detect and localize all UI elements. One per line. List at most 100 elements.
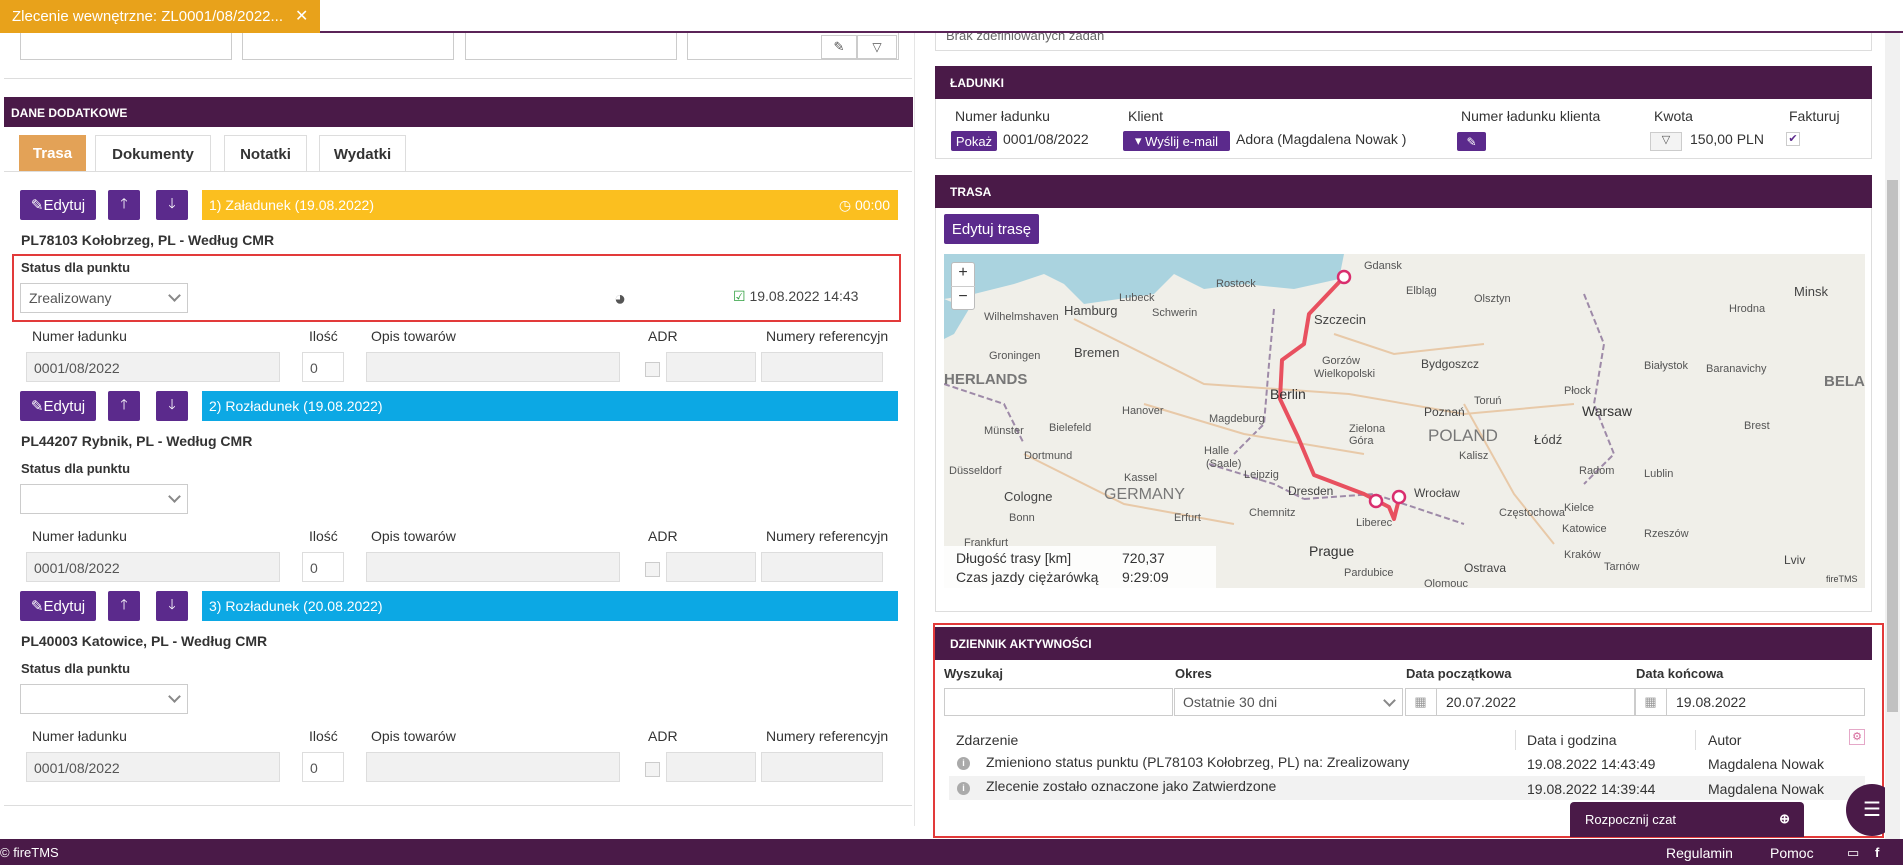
- hdr-load-no: Numer ładunku: [32, 728, 127, 744]
- tab-title: Zlecenie wewnętrzne: ZL0001/08/2022...: [12, 8, 284, 25]
- status-select[interactable]: Zrealizowany: [20, 283, 188, 313]
- scrollbar-thumb[interactable]: [1887, 180, 1898, 712]
- edit-stop-button[interactable]: ✎ Edytuj: [20, 591, 96, 621]
- hdr-load-no: Numer ładunku: [32, 328, 127, 344]
- ref-field[interactable]: [761, 752, 883, 782]
- move-up-icon[interactable]: 🡑: [108, 591, 140, 621]
- info-icon: i: [957, 757, 970, 770]
- svg-text:Bielefeld: Bielefeld: [1049, 422, 1091, 434]
- edit-icon[interactable]: ✎: [1457, 132, 1486, 151]
- hdr-adr: ADR: [648, 728, 678, 744]
- move-down-icon[interactable]: 🡓: [156, 591, 188, 621]
- speedometer-icon[interactable]: ◕: [614, 288, 626, 311]
- zoom-in-button[interactable]: +: [951, 262, 975, 286]
- top-field-3[interactable]: [465, 33, 677, 60]
- svg-text:POLAND: POLAND: [1428, 426, 1498, 445]
- tab-dokumenty[interactable]: Dokumenty: [95, 135, 211, 172]
- zoom-out-button[interactable]: −: [951, 286, 975, 310]
- status-select[interactable]: [20, 684, 188, 714]
- adr-field[interactable]: [666, 352, 756, 382]
- period-select[interactable]: Ostatnie 30 dni: [1174, 688, 1403, 716]
- filter-start-label: Data początkowa: [1406, 666, 1512, 681]
- svg-text:Pardubice: Pardubice: [1344, 567, 1394, 579]
- svg-text:(Saale): (Saale): [1206, 458, 1241, 470]
- event-text: Zmieniono status punktu (PL78103 Kołobrz…: [986, 754, 1410, 770]
- svg-text:Münster: Münster: [984, 425, 1024, 437]
- start-date-field[interactable]: [1405, 688, 1635, 716]
- svg-text:Leipzig: Leipzig: [1244, 469, 1279, 481]
- ref-field[interactable]: [761, 552, 883, 582]
- calendar-icon[interactable]: ▦: [1635, 688, 1667, 716]
- ref-field[interactable]: [761, 352, 883, 382]
- svg-text:Kielce: Kielce: [1564, 502, 1594, 514]
- edit-stop-button[interactable]: ✎ Edytuj: [20, 190, 96, 220]
- map-canvas: GdanskElblągOlsztyn MinskRostock LubeckH…: [944, 254, 1865, 588]
- qty-field[interactable]: 0: [302, 352, 344, 382]
- filter-icon[interactable]: ▽: [857, 35, 897, 59]
- qty-field[interactable]: 0: [302, 552, 344, 582]
- qty-field[interactable]: 0: [302, 752, 344, 782]
- hdr-adr: ADR: [648, 328, 678, 344]
- svg-text:Góra: Góra: [1349, 435, 1374, 447]
- settings-icon[interactable]: ⚙: [1849, 729, 1865, 745]
- tab-notatki[interactable]: Notatki: [224, 135, 307, 172]
- status-select[interactable]: [20, 484, 188, 514]
- adr-field[interactable]: [666, 752, 756, 782]
- hdr-client: Klient: [1128, 108, 1164, 124]
- section-header-trasa: TRASA: [935, 175, 1872, 208]
- chat-start-button[interactable]: Rozpocznij czat ⊕: [1570, 802, 1804, 837]
- move-down-icon[interactable]: 🡓: [156, 391, 188, 421]
- load-no-field[interactable]: 0001/08/2022: [26, 352, 280, 382]
- adr-checkbox[interactable]: [645, 362, 660, 377]
- adr-checkbox[interactable]: [645, 762, 660, 777]
- desc-field[interactable]: [366, 752, 620, 782]
- end-date-field[interactable]: [1635, 688, 1865, 716]
- top-field-2[interactable]: [242, 33, 454, 60]
- desc-field[interactable]: [366, 552, 620, 582]
- svg-text:Erfurt: Erfurt: [1174, 512, 1201, 524]
- adr-checkbox[interactable]: [645, 562, 660, 577]
- svg-text:Gorzów: Gorzów: [1322, 355, 1360, 367]
- event-author: Magdalena Nowak: [1708, 756, 1824, 772]
- edit-icon[interactable]: ✎: [821, 35, 857, 59]
- stop-address: PL44207 Rybnik, PL - Według CMR: [21, 433, 253, 449]
- svg-text:Prague: Prague: [1309, 543, 1354, 559]
- svg-text:HERLANDS: HERLANDS: [944, 371, 1027, 388]
- desc-field[interactable]: [366, 352, 620, 382]
- route-map[interactable]: Gdansk Elbląg Olsztyn Minsk Rostock Lubeck H…: [944, 254, 1865, 588]
- svg-text:Płock: Płock: [1564, 385, 1591, 397]
- order-tab[interactable]: Zlecenie wewnętrzne: ZL0001/08/2022... ✕: [0, 0, 321, 33]
- invoice-checkbox[interactable]: ✔: [1786, 132, 1800, 146]
- facebook-icon[interactable]: f: [1875, 845, 1879, 860]
- load-no-field[interactable]: 0001/08/2022: [26, 752, 280, 782]
- footer-link-pomoc[interactable]: Pomoc: [1770, 845, 1814, 861]
- svg-text:Kraków: Kraków: [1564, 549, 1601, 561]
- tab-trasa[interactable]: Trasa: [19, 135, 86, 172]
- search-input[interactable]: [944, 688, 1173, 716]
- move-up-icon[interactable]: 🡑: [108, 391, 140, 421]
- show-button[interactable]: Pokaż: [951, 131, 997, 151]
- edit-stop-button[interactable]: ✎ Edytuj: [20, 391, 96, 421]
- svg-text:Wrocław: Wrocław: [1414, 486, 1460, 500]
- edit-route-button[interactable]: Edytuj trasę: [944, 214, 1039, 244]
- move-down-icon[interactable]: 🡓: [156, 190, 188, 220]
- footer-link-regulamin[interactable]: Regulamin: [1666, 845, 1733, 861]
- info-icon: i: [957, 782, 970, 795]
- send-email-button[interactable]: ▾ Wyślij e-mail: [1123, 131, 1230, 151]
- start-date-value: 20.07.2022: [1446, 694, 1517, 710]
- filter-icon[interactable]: ▽: [1650, 132, 1682, 151]
- move-up-icon[interactable]: 🡑: [108, 190, 140, 220]
- hdr-load-no: Numer ładunku: [955, 108, 1050, 124]
- close-icon[interactable]: ✕: [295, 8, 308, 25]
- top-field-1[interactable]: [20, 33, 232, 60]
- svg-text:Ostrava: Ostrava: [1464, 561, 1506, 575]
- tab-wydatki[interactable]: Wydatki: [319, 135, 406, 172]
- footer: [0, 839, 1903, 865]
- svg-text:Zielona: Zielona: [1349, 423, 1386, 435]
- adr-field[interactable]: [666, 552, 756, 582]
- client-name: Adora (Magdalena Nowak ): [1236, 131, 1407, 147]
- calendar-icon[interactable]: ▦: [1405, 688, 1437, 716]
- load-no-field[interactable]: 0001/08/2022: [26, 552, 280, 582]
- chat-footer-icon[interactable]: ▭: [1847, 845, 1859, 861]
- svg-text:Łódź: Łódź: [1534, 432, 1562, 447]
